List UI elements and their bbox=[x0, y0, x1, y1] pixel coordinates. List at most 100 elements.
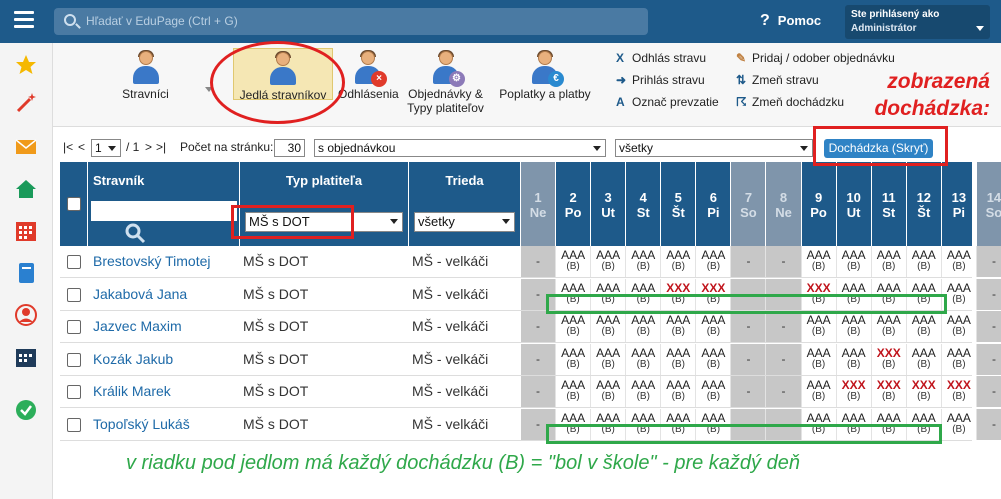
cancellations-button[interactable]: × Odhlásenia bbox=[338, 50, 399, 101]
magic-wand-icon[interactable] bbox=[14, 91, 38, 115]
day-cell[interactable]: - bbox=[976, 343, 1001, 375]
per-page-input[interactable]: 30 bbox=[274, 139, 305, 157]
day-cell[interactable]: AAA (B) bbox=[661, 311, 697, 343]
day-cell[interactable]: - bbox=[521, 376, 557, 408]
check-circle-icon[interactable] bbox=[14, 398, 38, 422]
row-checkbox[interactable] bbox=[67, 352, 81, 367]
day-cell[interactable]: - bbox=[766, 246, 802, 277]
add-order-action[interactable]: ✎ Pridaj / odober objednávku bbox=[736, 51, 895, 65]
day-cell[interactable]: - bbox=[976, 246, 1001, 277]
day-cell[interactable]: AAA (B) bbox=[661, 343, 697, 375]
day-cell[interactable]: AAA (B) bbox=[802, 376, 837, 408]
students-button[interactable]: Stravníci bbox=[93, 50, 198, 101]
day-cell[interactable]: AAA (B) bbox=[802, 246, 837, 277]
day-cell[interactable]: - bbox=[766, 343, 802, 375]
day-cell[interactable]: AAA (B) bbox=[661, 246, 697, 277]
day-cell[interactable]: - bbox=[521, 311, 557, 343]
student-name-link[interactable]: Jazvec Maxim bbox=[93, 311, 182, 342]
order-filter[interactable]: s objednávkou bbox=[314, 139, 606, 157]
day-cell[interactable]: AAA (B) bbox=[626, 311, 662, 343]
mail-icon[interactable] bbox=[14, 135, 38, 159]
day-cell[interactable]: - bbox=[766, 376, 802, 408]
day-cell[interactable]: AAA (B) bbox=[802, 311, 837, 343]
day-cell[interactable]: AAA (B) bbox=[942, 343, 977, 375]
day-cell[interactable]: AAA (B) bbox=[837, 343, 872, 375]
row-checkbox[interactable] bbox=[67, 287, 81, 302]
search-icon[interactable] bbox=[124, 222, 146, 244]
day-cell[interactable]: AAA (B) bbox=[696, 246, 732, 277]
day-cell[interactable]: XXX (B) bbox=[872, 343, 907, 375]
student-name-link[interactable]: Brestovský Timotej bbox=[93, 246, 210, 277]
pager-next[interactable]: > bbox=[145, 140, 152, 154]
day-cell[interactable]: AAA (B) bbox=[626, 376, 662, 408]
day-cell[interactable]: - bbox=[731, 376, 767, 408]
help-button[interactable]: ? Pomoc bbox=[760, 12, 821, 30]
day-cell[interactable]: - bbox=[976, 409, 1001, 440]
day-cell[interactable]: AAA (B) bbox=[556, 311, 592, 343]
page-select[interactable]: 1 bbox=[91, 139, 121, 157]
day-cell[interactable]: - bbox=[976, 311, 1001, 343]
user-icon[interactable] bbox=[14, 303, 38, 327]
change-attendance-action[interactable]: ☈ Zmeň dochádzku bbox=[736, 95, 844, 109]
row-checkbox[interactable] bbox=[67, 320, 81, 335]
student-name-link[interactable]: Topoľský Lukáš bbox=[93, 409, 190, 440]
day-cell[interactable]: AAA (B) bbox=[626, 343, 662, 375]
day-cell[interactable]: AAA (B) bbox=[626, 246, 662, 277]
student-name-link[interactable]: Jakabová Jana bbox=[93, 279, 187, 310]
status-filter[interactable]: všetky bbox=[615, 139, 813, 157]
day-cell[interactable]: XXX (B) bbox=[837, 376, 872, 408]
day-cell[interactable]: AAA (B) bbox=[837, 246, 872, 277]
day-cell[interactable]: - bbox=[731, 311, 767, 343]
row-checkbox[interactable] bbox=[67, 255, 81, 269]
schedule-icon[interactable] bbox=[14, 345, 38, 369]
menu-icon[interactable] bbox=[14, 11, 34, 29]
day-cell[interactable]: AAA (B) bbox=[907, 343, 942, 375]
day-cell[interactable]: AAA (B) bbox=[872, 311, 907, 343]
student-name-link[interactable]: Kozák Jakub bbox=[93, 344, 173, 375]
book-icon[interactable] bbox=[14, 261, 38, 285]
fees-button[interactable]: € Poplatky a platby bbox=[495, 50, 595, 101]
change-meal-action[interactable]: ⇅ Zmeň stravu bbox=[736, 73, 819, 87]
mark-pickup-action[interactable]: A Označ prevzatie bbox=[616, 95, 719, 109]
day-cell[interactable]: AAA (B) bbox=[907, 311, 942, 343]
day-cell[interactable]: AAA (B) bbox=[696, 376, 732, 408]
row-checkbox[interactable] bbox=[67, 385, 81, 400]
day-cell[interactable]: AAA (B) bbox=[591, 343, 627, 375]
orders-button[interactable]: ⚙ Objednávky & Typy platiteľov bbox=[403, 50, 488, 115]
day-cell[interactable]: AAA (B) bbox=[942, 246, 977, 277]
day-cell[interactable]: - bbox=[521, 343, 557, 375]
day-cell[interactable]: XXX (B) bbox=[907, 376, 942, 408]
row-checkbox[interactable] bbox=[67, 418, 81, 432]
day-cell[interactable]: AAA (B) bbox=[591, 376, 627, 408]
day-cell[interactable]: AAA (B) bbox=[907, 246, 942, 277]
day-cell[interactable]: AAA (B) bbox=[591, 246, 627, 277]
day-cell[interactable]: - bbox=[731, 246, 767, 277]
student-name-link[interactable]: Králik Marek bbox=[93, 376, 171, 407]
order-meal-action[interactable]: ➜ Prihlás stravu bbox=[616, 73, 705, 87]
day-cell[interactable]: AAA (B) bbox=[872, 246, 907, 277]
search-input[interactable]: Hľadať v EduPage (Ctrl + G) bbox=[54, 8, 648, 35]
home-icon[interactable] bbox=[14, 177, 38, 201]
day-cell[interactable]: AAA (B) bbox=[802, 343, 837, 375]
day-cell[interactable]: AAA (B) bbox=[556, 343, 592, 375]
day-cell[interactable]: AAA (B) bbox=[942, 311, 977, 343]
select-all-checkbox[interactable] bbox=[67, 197, 81, 211]
day-cell[interactable]: AAA (B) bbox=[556, 246, 592, 277]
day-cell[interactable]: - bbox=[976, 376, 1001, 408]
day-cell[interactable]: AAA (B) bbox=[696, 311, 732, 343]
day-cell[interactable]: AAA (B) bbox=[696, 343, 732, 375]
day-cell[interactable]: XXX (B) bbox=[872, 376, 907, 408]
user-menu[interactable]: Ste prihlásený ako Administrátor bbox=[845, 5, 990, 39]
day-cell[interactable]: AAA (B) bbox=[837, 311, 872, 343]
class-filter[interactable]: všetky bbox=[414, 212, 515, 232]
pager-first[interactable]: |< bbox=[63, 140, 73, 154]
day-cell[interactable]: - bbox=[766, 311, 802, 343]
day-cell[interactable]: AAA (B) bbox=[556, 376, 592, 408]
day-cell[interactable]: - bbox=[521, 246, 557, 277]
day-cell[interactable]: AAA (B) bbox=[942, 409, 977, 440]
cancel-meal-action[interactable]: X Odhlás stravu bbox=[616, 51, 706, 65]
day-cell[interactable]: AAA (B) bbox=[942, 278, 977, 310]
pager-prev[interactable]: < bbox=[78, 140, 85, 154]
day-cell[interactable]: - bbox=[976, 278, 1001, 310]
day-cell[interactable]: XXX (B) bbox=[942, 376, 977, 408]
